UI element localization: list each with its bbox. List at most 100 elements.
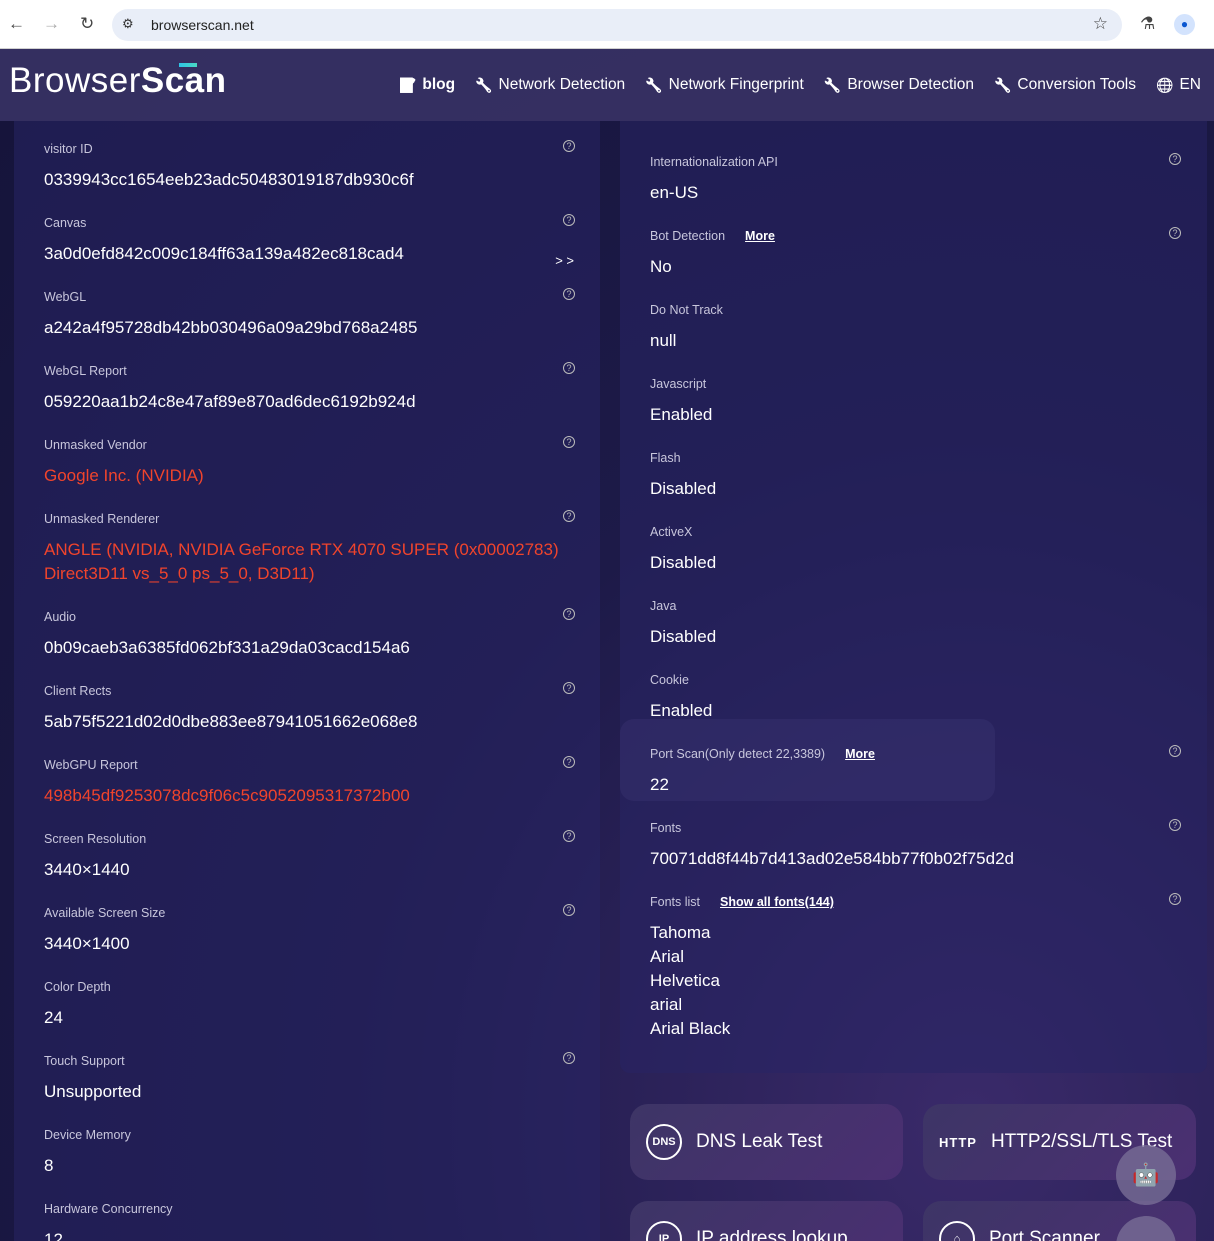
nav-item[interactable]: 🔧 Network Fingerprint — [645, 76, 804, 94]
field-label: Device Memory — [44, 1128, 131, 1142]
field-label: Fonts — [650, 821, 682, 835]
help-icon[interactable]: ? — [1169, 819, 1181, 831]
site-info-icon[interactable]: ⚙ — [122, 16, 134, 32]
help-icon[interactable]: ? — [563, 362, 575, 374]
profile-avatar[interactable]: ● — [1174, 14, 1195, 35]
page: BrowserScan 📝 blog 🔧 Network Detection 🔧 Netw… — [0, 49, 1214, 1241]
field-value: null — [650, 331, 677, 350]
address-bar[interactable]: ⚙ browserscan.net ☆ — [112, 9, 1122, 41]
field-label: Color Depth — [44, 980, 111, 994]
field-value: 22 — [650, 775, 669, 794]
help-icon[interactable]: ? — [563, 140, 575, 152]
help-icon[interactable]: ? — [563, 436, 575, 448]
info-field: Cookie Enabled — [650, 673, 1180, 723]
field-value: 3440×1400 — [44, 934, 130, 953]
info-field: visitor ID 0339943cc1654eeb23adc504830191… — [44, 140, 575, 192]
field-label: Audio — [44, 610, 76, 624]
info-field: Hardware Concurrency 12 — [44, 1202, 574, 1241]
info-field: WebGL a242a4f95728db42bb030496a09a29bd768… — [44, 288, 575, 340]
wrench-icon: 🔧 — [823, 76, 842, 93]
help-icon[interactable]: ? — [1169, 153, 1181, 165]
field-value: Disabled — [650, 627, 717, 646]
field-label: Internationalization API — [650, 155, 778, 169]
bookmark-star-icon[interactable]: ☆ — [1093, 14, 1108, 34]
field-label: Canvas — [44, 216, 87, 230]
back-icon[interactable]: ← — [8, 14, 25, 34]
info-field: Port Scan(Only detect 22,3389) More 22? — [650, 745, 1181, 797]
field-label: WebGL Report — [44, 364, 127, 378]
wrench-icon: 🔧 — [993, 76, 1012, 93]
info-field: Flash Disabled — [650, 451, 1180, 501]
help-icon[interactable]: ? — [1169, 745, 1181, 757]
left-panel: visitor ID 0339943cc1654eeb23adc504830191… — [14, 121, 600, 1241]
field-link[interactable]: More — [745, 229, 775, 243]
nav-label: Network Fingerprint — [668, 76, 804, 93]
info-field: WebGL Report 059220aa1b24c8e47af89e870ad6… — [44, 362, 575, 414]
help-icon[interactable]: ? — [1169, 893, 1181, 905]
info-field: Device Memory 8 — [44, 1128, 574, 1178]
help-icon[interactable]: ? — [563, 288, 575, 300]
field-value: Tahoma Arial Helvetica arial Arial Black — [650, 923, 731, 1038]
field-value: a242a4f95728db42bb030496a09a29bd768a2485 — [44, 318, 418, 337]
field-label: Port Scan(Only detect 22,3389) — [650, 747, 826, 761]
logo[interactable]: BrowserScan — [9, 61, 227, 101]
reload-icon[interactable]: ↻ — [80, 14, 94, 34]
field-link[interactable]: Show all fonts(144) — [720, 895, 834, 909]
info-field: WebGPU Report 498b45df9253078dc9f06c5c905… — [44, 756, 575, 808]
field-label: Touch Support — [44, 1054, 125, 1068]
field-label: Java — [650, 599, 677, 613]
field-value: Enabled — [650, 701, 713, 720]
field-value: 059220aa1b24c8e47af89e870ad6dec6192b924d — [44, 392, 416, 411]
tool-card[interactable]: IP IP address lookup — [630, 1201, 903, 1241]
tool-card[interactable]: DNS DNS Leak Test — [630, 1104, 903, 1180]
nav-label: Conversion Tools — [1017, 76, 1137, 93]
nav-item[interactable]: 📝 blog — [399, 76, 455, 94]
nav-item[interactable]: 🌐 EN — [1156, 76, 1201, 94]
field-link[interactable]: More — [845, 747, 875, 761]
help-icon[interactable]: ? — [563, 214, 575, 226]
chatbot-button[interactable]: 🤖 — [1116, 1145, 1176, 1205]
field-value: 70071dd8f44b7d413ad02e584bb77f0b02f75d2d — [650, 849, 1014, 868]
field-value: Disabled — [650, 479, 717, 498]
help-icon[interactable]: ? — [563, 756, 575, 768]
expand-arrows[interactable]: > > — [555, 253, 574, 268]
field-value: 498b45df9253078dc9f06c5c9052095317372b00 — [44, 786, 410, 805]
help-icon[interactable]: ? — [563, 1052, 575, 1064]
nav-label: blog — [422, 76, 456, 93]
help-icon[interactable]: ? — [1169, 227, 1181, 239]
info-field: Client Rects 5ab75f5221d02d0dbe883ee87941… — [44, 682, 575, 734]
field-value: 8 — [44, 1156, 54, 1175]
field-label: WebGL — [44, 290, 87, 304]
field-label: Client Rects — [44, 684, 112, 698]
help-icon[interactable]: ? — [563, 904, 575, 916]
field-value: Google Inc. (NVIDIA) — [44, 466, 204, 485]
nav-item[interactable]: 🔧 Conversion Tools — [994, 76, 1136, 94]
info-field: Fonts 70071dd8f44b7d413ad02e584bb77f0b02f… — [650, 819, 1181, 871]
help-icon[interactable]: ? — [563, 682, 575, 694]
info-field: Javascript Enabled — [650, 377, 1180, 427]
help-icon[interactable]: ? — [563, 830, 575, 842]
logo-text-a: Browser — [9, 61, 141, 100]
nav-item[interactable]: 🔧 Network Detection — [475, 76, 625, 94]
info-field: Fonts list Show all fonts(144) Tahoma Aria… — [650, 893, 1181, 1041]
help-icon[interactable]: ? — [563, 510, 575, 522]
field-label: WebGPU Report — [44, 758, 138, 772]
nav-item[interactable]: 🔧 Browser Detection — [824, 76, 974, 94]
robot-icon: 🤖 — [1132, 1162, 1160, 1187]
forward-icon[interactable]: → — [43, 14, 60, 34]
field-label: Available Screen Size — [44, 906, 166, 920]
info-field: Canvas 3a0d0efd842c009c184ff63a139a482ec8… — [44, 214, 575, 268]
field-value: Unsupported — [44, 1082, 142, 1101]
info-field: Unmasked Renderer ANGLE (NVIDIA, NVIDIA G… — [44, 510, 575, 586]
labs-flask-icon[interactable]: ⚗ — [1140, 14, 1155, 34]
card-label: DNS Leak Test — [696, 1131, 823, 1152]
field-value: 5ab75f5221d02d0dbe883ee87941051662e068e8 — [44, 712, 418, 731]
field-label: Do Not Track — [650, 303, 723, 317]
url-text[interactable]: browserscan.net — [151, 17, 254, 33]
field-label: Unmasked Vendor — [44, 438, 147, 452]
info-field: Audio 0b09caeb3a6385fd062bf331a29da03cacd… — [44, 608, 575, 660]
field-value: 12 — [44, 1230, 63, 1241]
field-label: visitor ID — [44, 142, 93, 156]
help-icon[interactable]: ? — [563, 608, 575, 620]
field-value: Disabled — [650, 553, 717, 572]
